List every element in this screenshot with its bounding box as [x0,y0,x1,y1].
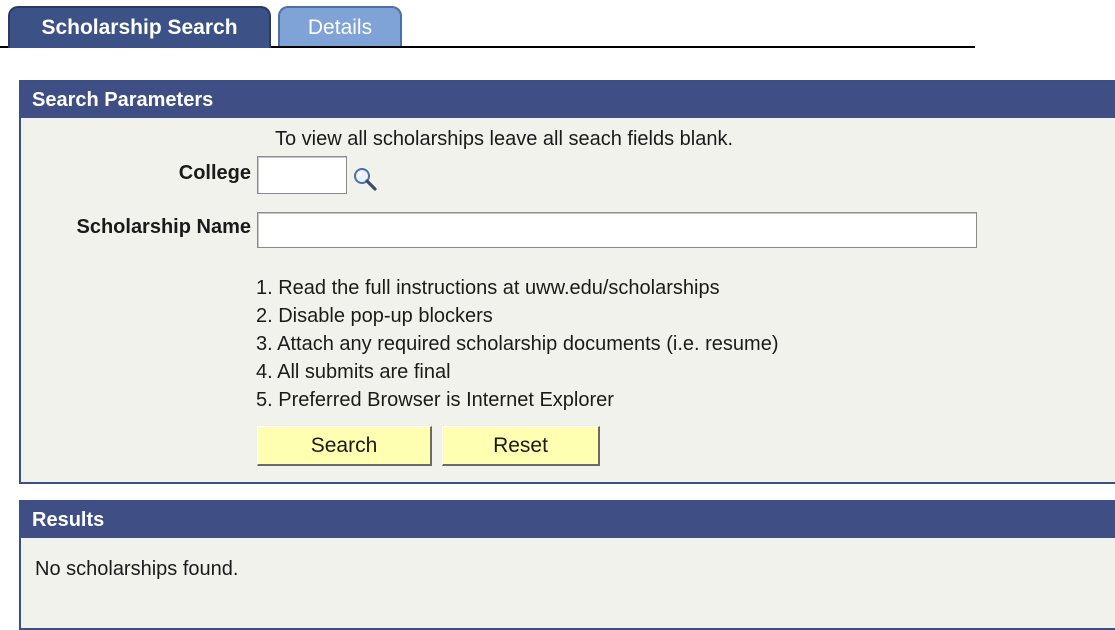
results-message: No scholarships found. [35,558,239,580]
search-parameters-panel: Search Parameters To view all scholarshi… [19,80,1115,484]
results-header: Results [21,502,1115,538]
search-note: To view all scholarships leave all seach… [275,128,734,150]
instruction-item: 4. All submits are final [256,361,451,383]
search-button[interactable]: Search [257,426,432,466]
reset-button[interactable]: Reset [442,426,600,466]
instruction-item: 3. Attach any required scholarship docum… [256,333,779,355]
instruction-item: 5. Preferred Browser is Internet Explore… [256,389,614,411]
scholarship-name-label: Scholarship Name [76,216,251,238]
search-parameters-header: Search Parameters [21,82,1115,118]
college-input[interactable] [257,156,347,194]
tab-scholarship-search[interactable]: Scholarship Search [8,6,271,48]
tab-details[interactable]: Details [278,6,402,47]
magnifier-lookup-icon[interactable] [351,166,379,192]
instruction-item: 1. Read the full instructions at uww.edu… [256,277,720,299]
instruction-item: 2. Disable pop-up blockers [256,305,493,327]
college-label: College [178,162,251,184]
scholarship-name-input[interactable] [257,212,977,248]
tab-bar: Scholarship Search Details [0,0,975,48]
instructions-list: 1. Read the full instructions at uww.edu… [256,274,778,414]
